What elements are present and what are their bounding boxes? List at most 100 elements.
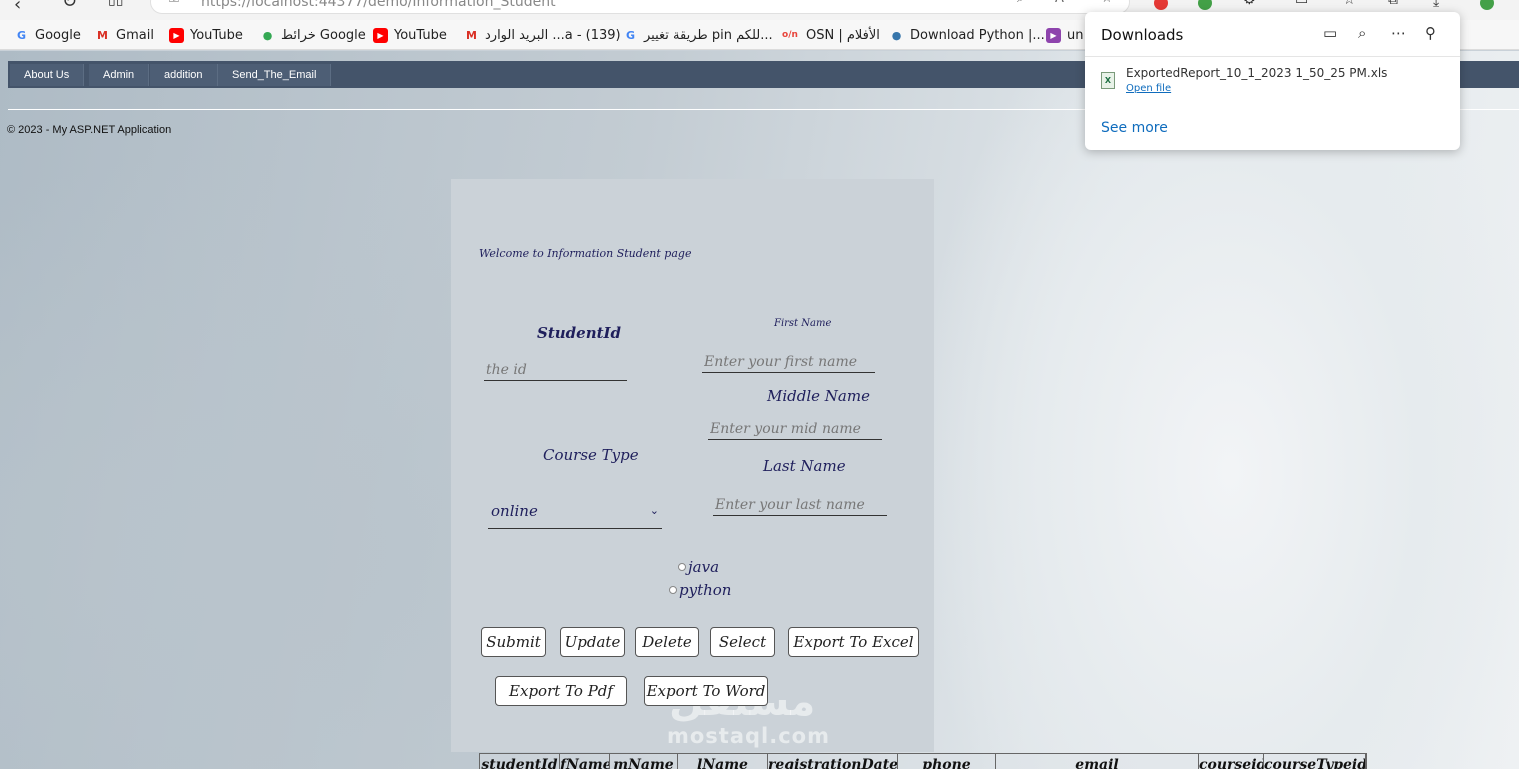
select-button[interactable]: Select bbox=[710, 627, 775, 657]
bookmark-label: خرائط Google bbox=[281, 27, 366, 43]
course-type-label: Course Type bbox=[543, 446, 639, 464]
video-icon: ▶ bbox=[1046, 27, 1061, 43]
profile-icon[interactable] bbox=[1480, 0, 1494, 10]
first-name-label: First Name bbox=[774, 318, 832, 329]
column-header: registrationDate bbox=[768, 754, 898, 769]
open-file-link[interactable]: Open file bbox=[1126, 83, 1171, 94]
export-word-button[interactable]: Export To Word bbox=[644, 676, 768, 706]
bookmark-maps[interactable]: ● خرائط Google bbox=[260, 26, 366, 44]
student-id-input[interactable] bbox=[484, 359, 627, 381]
menu-addition[interactable]: addition bbox=[150, 64, 218, 86]
favorites-bar-icon[interactable]: ☆ bbox=[1343, 0, 1356, 8]
menu-about-us[interactable]: About Us bbox=[10, 64, 85, 86]
column-header: email bbox=[996, 754, 1199, 769]
bookmark-label: YouTube bbox=[394, 27, 447, 43]
collections-icon[interactable]: ⧉ bbox=[1388, 0, 1398, 8]
bookmark-youtube-2[interactable]: ▶ YouTube bbox=[373, 26, 447, 44]
downloads-title: Downloads bbox=[1101, 26, 1184, 44]
address-text: https://localhost:44377/demo/Information… bbox=[201, 0, 556, 10]
downloads-icon[interactable]: ⤓ bbox=[1433, 0, 1439, 10]
address-bar[interactable]: ⚿ https://localhost:44377/demo/Informati… bbox=[150, 0, 1130, 14]
column-header: lName bbox=[678, 754, 768, 769]
read-aloud-icon[interactable]: A bbox=[1055, 0, 1064, 6]
bookmark-python[interactable]: ● Download Python |... bbox=[889, 26, 1045, 44]
more-options-icon[interactable]: ⋯ bbox=[1391, 24, 1406, 42]
excel-file-icon: X bbox=[1101, 72, 1115, 89]
column-header: phone bbox=[898, 754, 996, 769]
bookmark-youtube[interactable]: ▶ YouTube bbox=[169, 26, 243, 44]
search-icon[interactable]: ⌕ bbox=[1017, 0, 1024, 6]
extensions-icon[interactable]: ⚙ bbox=[1243, 0, 1256, 8]
bookmark-un[interactable]: ▶ un bbox=[1046, 26, 1083, 44]
extension-green-icon[interactable] bbox=[1198, 0, 1212, 10]
middle-name-input[interactable] bbox=[708, 418, 882, 440]
bookmark-label: Google bbox=[35, 27, 81, 43]
radio-python-label: python bbox=[679, 581, 732, 599]
bookmark-label: طريقة تغيير pin للكم... bbox=[644, 27, 773, 43]
search-icon[interactable]: ⌕ bbox=[1358, 24, 1366, 42]
last-name-input[interactable] bbox=[713, 494, 887, 516]
student-form-panel: Welcome to Information Student page Stud… bbox=[451, 179, 934, 752]
export-excel-button[interactable]: Export To Excel bbox=[788, 627, 919, 657]
student-grid-header: studentId fName mName lName registration… bbox=[479, 753, 1367, 769]
menu-admin[interactable]: Admin bbox=[89, 64, 150, 86]
bookmark-osn[interactable]: o/n OSN | الأفلام bbox=[780, 26, 880, 44]
favorite-icon[interactable]: ☆ bbox=[1101, 0, 1113, 6]
bookmark-label: البريد الوارد ...a - (139) bbox=[485, 27, 621, 43]
bookmark-google-pin[interactable]: G طريقة تغيير pin للكم... bbox=[623, 26, 773, 44]
middle-name-label: Middle Name bbox=[767, 387, 870, 405]
tabs-icon[interactable]: ▯▯ bbox=[108, 0, 123, 8]
back-icon[interactable]: ‹ bbox=[14, 0, 21, 15]
radio-java-label: java bbox=[688, 558, 720, 576]
download-file-name[interactable]: ExportedReport_10_1_2023 1_50_25 PM.xls bbox=[1126, 66, 1387, 80]
first-name-input[interactable] bbox=[702, 351, 875, 373]
column-header: studentId bbox=[480, 754, 560, 769]
bookmark-label: Download Python |... bbox=[910, 27, 1045, 43]
google-icon: G bbox=[625, 28, 636, 42]
youtube-icon: ▶ bbox=[373, 27, 388, 43]
column-header: courseid bbox=[1199, 754, 1264, 769]
google-icon: G bbox=[16, 28, 27, 42]
gmail-icon: M bbox=[466, 28, 477, 42]
radio-button[interactable] bbox=[669, 586, 677, 594]
osn-icon: o/n bbox=[782, 30, 798, 40]
course-type-select[interactable]: online ⌄ bbox=[488, 493, 662, 529]
radio-button[interactable] bbox=[678, 563, 686, 571]
folder-icon[interactable]: ▭ bbox=[1323, 24, 1337, 42]
course-type-value: online bbox=[491, 501, 538, 520]
export-pdf-button[interactable]: Export To Pdf bbox=[495, 676, 627, 706]
pin-icon[interactable]: ⚲ bbox=[1425, 24, 1436, 42]
radio-java[interactable]: java bbox=[678, 558, 719, 576]
bookmark-label: YouTube bbox=[190, 27, 243, 43]
lock-icon: ⚿ bbox=[169, 0, 179, 6]
extension-red-icon[interactable] bbox=[1154, 0, 1168, 10]
downloads-panel: Downloads ▭ ⌕ ⋯ ⚲ X ExportedReport_10_1_… bbox=[1085, 12, 1460, 150]
gmail-icon: M bbox=[97, 28, 108, 42]
bookmark-gmail-inbox[interactable]: M البريد الوارد ...a - (139) bbox=[464, 26, 621, 44]
watermark-url: mostaql.com bbox=[667, 724, 830, 748]
see-more-link[interactable]: See more bbox=[1101, 120, 1168, 136]
bookmark-google[interactable]: G Google bbox=[14, 26, 81, 44]
bookmark-label: un bbox=[1067, 27, 1084, 43]
refresh-icon[interactable]: ↻ bbox=[62, 0, 77, 12]
maps-icon: ● bbox=[262, 28, 273, 42]
last-name-label: Last Name bbox=[763, 457, 846, 475]
split-screen-icon[interactable]: ▭ bbox=[1295, 0, 1308, 8]
python-icon: ● bbox=[891, 28, 902, 42]
submit-button[interactable]: Submit bbox=[481, 627, 546, 657]
footer-copyright: © 2023 - My ASP.NET Application bbox=[7, 124, 172, 136]
bookmark-label: OSN | الأفلام bbox=[806, 27, 880, 43]
radio-python[interactable]: python bbox=[669, 581, 731, 599]
delete-button[interactable]: Delete bbox=[635, 627, 699, 657]
menu-send-email[interactable]: Send_The_Email bbox=[218, 64, 332, 86]
column-header: fName bbox=[560, 754, 610, 769]
update-button[interactable]: Update bbox=[560, 627, 625, 657]
welcome-text: Welcome to Information Student page bbox=[479, 247, 692, 260]
page-content: About Us Admin addition Send_The_Email ©… bbox=[0, 51, 1519, 769]
column-header: courseTypeid bbox=[1264, 754, 1366, 769]
youtube-icon: ▶ bbox=[169, 27, 184, 43]
column-header: mName bbox=[610, 754, 678, 769]
divider bbox=[1085, 56, 1460, 57]
bookmark-gmail[interactable]: M Gmail bbox=[95, 26, 154, 44]
student-id-label: StudentId bbox=[537, 324, 622, 342]
